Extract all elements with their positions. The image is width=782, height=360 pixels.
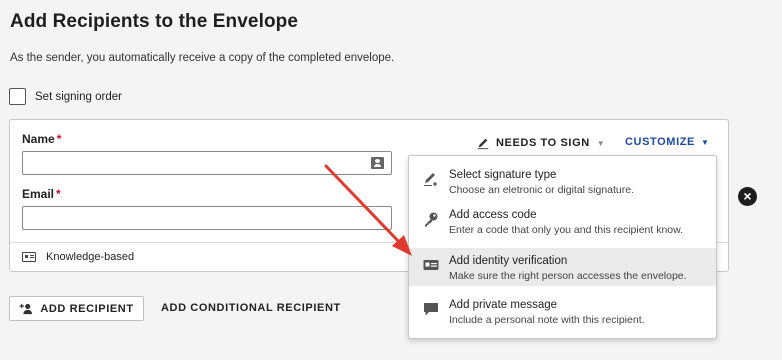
add-recipient-button[interactable]: ADD RECIPIENT [9, 296, 144, 321]
customize-label: CUSTOMIZE [625, 136, 695, 148]
add-person-icon [19, 303, 33, 314]
required-marker: * [56, 187, 61, 201]
menu-item-title: Add private message [449, 299, 558, 311]
pen-icon [477, 138, 489, 150]
key-icon [425, 212, 438, 227]
speech-bubble-icon [424, 303, 438, 316]
page-subtitle: As the sender, you automatically receive… [10, 52, 395, 64]
id-card-icon [22, 252, 36, 262]
menu-item-description: Make sure the right person accesses the … [449, 270, 687, 282]
add-conditional-recipient-button[interactable]: ADD CONDITIONAL RECIPIENT [161, 302, 341, 314]
name-field[interactable] [22, 151, 392, 175]
email-label: Email * [22, 187, 61, 201]
required-marker: * [56, 132, 62, 146]
contacts-icon[interactable] [371, 157, 384, 169]
email-field[interactable] [22, 206, 392, 230]
menu-item-title: Add identity verification [449, 255, 568, 267]
menu-item-access-code[interactable]: Add access code Enter a code that only y… [409, 202, 716, 240]
add-recipient-label: ADD RECIPIENT [40, 302, 134, 315]
pen-icon [424, 173, 437, 186]
customize-menu: Select signature type Choose an eletroni… [408, 155, 717, 339]
menu-item-title: Select signature type [449, 169, 557, 181]
page-title: Add Recipients to the Envelope [10, 11, 299, 32]
chevron-down-icon: ▼ [700, 137, 710, 147]
menu-item-title: Add access code [449, 209, 537, 221]
recipient-action-dropdown[interactable]: NEEDS TO SIGN ▼ [476, 136, 605, 150]
recipient-action-label: NEEDS TO SIGN [496, 137, 590, 149]
auth-method-row[interactable]: Knowledge-based [22, 251, 134, 263]
menu-item-identity-verification[interactable]: Add identity verification Make sure the … [409, 248, 716, 286]
chevron-down-icon: ▼ [596, 138, 606, 148]
menu-item-description: Include a personal note with this recipi… [449, 314, 645, 326]
signing-order-checkbox[interactable] [9, 88, 26, 105]
menu-item-private-message[interactable]: Add private message Include a personal n… [409, 292, 716, 330]
customize-dropdown[interactable]: CUSTOMIZE ▼ [625, 136, 710, 148]
menu-item-description: Choose an eletronic or digital signature… [449, 184, 635, 196]
id-card-icon [423, 260, 439, 270]
remove-recipient-button[interactable]: × [738, 187, 757, 206]
name-label: Name * [22, 132, 62, 146]
signing-order-row[interactable]: Set signing order [9, 88, 122, 105]
menu-item-description: Enter a code that only you and this reci… [449, 224, 684, 236]
menu-item-signature-type[interactable]: Select signature type Choose an eletroni… [409, 162, 716, 200]
auth-method-label: Knowledge-based [46, 251, 135, 263]
signing-order-label: Set signing order [35, 90, 122, 103]
